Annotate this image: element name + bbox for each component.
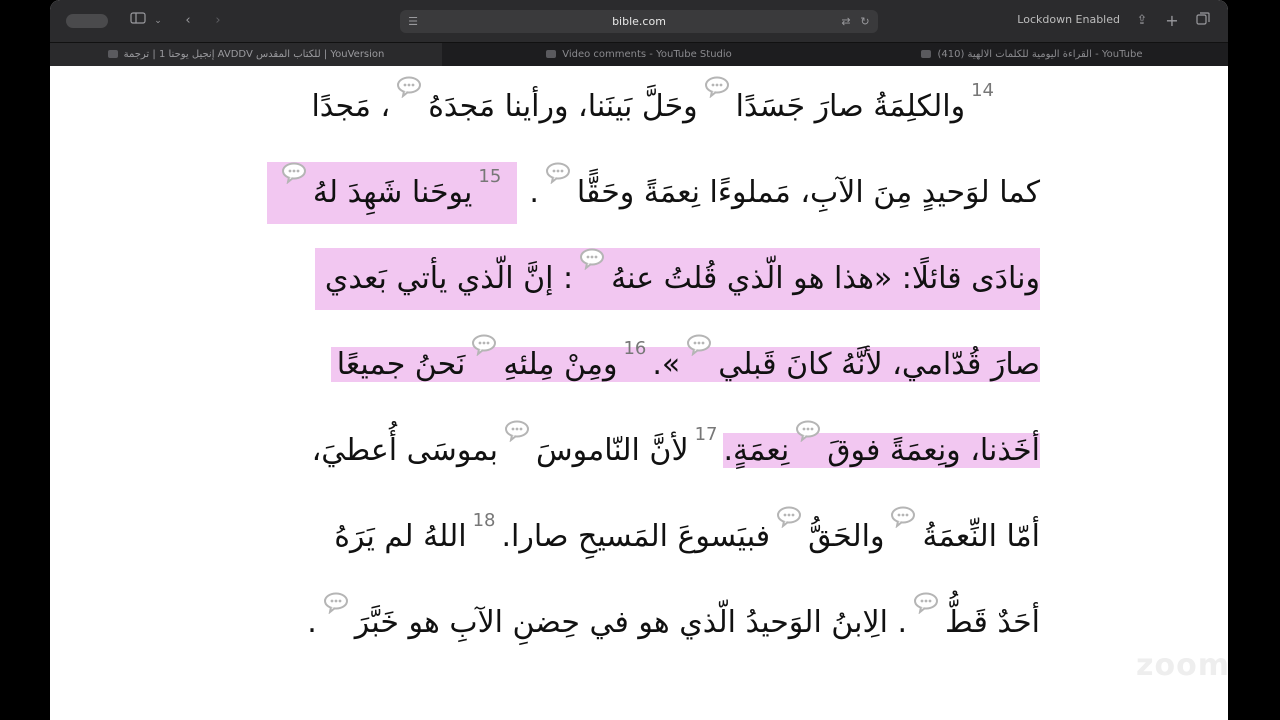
zoom-watermark: zoom	[1136, 648, 1230, 683]
youtube-icon	[546, 50, 557, 58]
bible-reader: 14 والكلِمَةُ صارَ جَسَدًا وحَلَّ بَينَنا،…	[50, 66, 1228, 720]
verse-text[interactable]: فبيَسوعَ المَسيحِ صارا.	[501, 519, 770, 554]
verse-number[interactable]: 14	[971, 80, 994, 101]
verse-line: 14 والكلِمَةُ صارَ جَسَدًا وحَلَّ بَينَنا،…	[311, 76, 1000, 138]
verse-text[interactable]: نِعمَةٍ.	[723, 433, 789, 468]
verse-text[interactable]: صارَ قُدّامي، لأنَّهُ كانَ قَبلي	[718, 347, 1040, 382]
youtube-icon	[921, 50, 932, 58]
lockdown-label: Lockdown Enabled	[1017, 13, 1120, 26]
comment-bubble-icon[interactable]	[795, 420, 821, 450]
browser-toolbar: ⌄ ‹ › ☰ bible.com ⇄ ↻ Lockdown Enabled ⇪…	[50, 0, 1228, 42]
verse-text[interactable]: ».	[652, 347, 680, 382]
highlighted-text[interactable]: صارَ قُدّامي، لأنَّهُ كانَ قَبلي ».	[652, 334, 1040, 382]
highlighted-text[interactable]: 15يوحَنا شَهِدَ لهُ	[266, 162, 518, 224]
verse-text[interactable]: والحَقُّ	[808, 519, 884, 554]
verse-text[interactable]: أمّا النِّعمَةُ	[922, 519, 1040, 554]
comment-bubble-icon[interactable]	[504, 420, 530, 450]
comment-bubble-icon[interactable]	[471, 334, 497, 364]
verse-text[interactable]: يوحَنا شَهِدَ لهُ	[313, 175, 473, 210]
verse-text[interactable]: . الِابنُ الوَحيدُ الّذي هو في حِضنِ الآ…	[355, 605, 907, 640]
address-bar[interactable]: ☰ bible.com ⇄ ↻	[400, 10, 878, 33]
tab-label: (410) القراءة اليومية للكلمات الالهية - …	[937, 49, 1143, 60]
comment-bubble-icon[interactable]	[396, 76, 422, 106]
verse-line: أحَدٌ قَطُّ . الِابنُ الوَحيدُ الّذي هو ف…	[307, 592, 1040, 654]
verse-text[interactable]: والكلِمَةُ صارَ جَسَدًا	[736, 89, 965, 124]
verse-number[interactable]: 17	[695, 424, 718, 445]
chevron-right-icon[interactable]: ›	[210, 12, 226, 30]
browser-window: ⌄ ‹ › ☰ bible.com ⇄ ↻ Lockdown Enabled ⇪…	[50, 0, 1228, 720]
verse-text[interactable]: ونادَى قائلًا: «هذا هو الّذي قُلتُ عنهُ	[611, 261, 1040, 296]
comment-bubble-icon[interactable]	[281, 162, 307, 192]
comment-bubble-icon[interactable]	[890, 506, 916, 536]
youversion-icon	[107, 50, 118, 58]
chevron-left-icon[interactable]: ‹	[180, 12, 196, 30]
tab-label: Video comments - YouTube Studio	[562, 49, 732, 60]
verse-line: أمّا النِّعمَةُ والحَقُّ فبيَسوعَ المَسيحِ…	[334, 506, 1040, 568]
tab-bar: إنجيل يوحنا 1 | ترجمة AVDDV للكتاب المقد…	[50, 42, 1228, 67]
verse-text[interactable]: اللهُ لم يَرَهُ	[334, 519, 466, 554]
translate-icon[interactable]: ⇄	[838, 13, 854, 31]
verse-line: ونادَى قائلًا: «هذا هو الّذي قُلتُ عنهُ:…	[314, 248, 1040, 310]
verse-text[interactable]: بموسَى أُعطيَ،	[312, 433, 498, 468]
comment-bubble-icon[interactable]	[323, 592, 349, 622]
verse-text[interactable]: وحَلَّ بَينَنا، ورأينا مَجدَهُ	[428, 89, 697, 124]
comment-bubble-icon[interactable]	[776, 506, 802, 536]
reload-icon[interactable]: ↻	[858, 13, 872, 31]
verse-text[interactable]: ، مَجدًا	[311, 89, 390, 124]
highlighted-text[interactable]: أخَذنا، ونِعمَةً فوقَ نِعمَةٍ.	[723, 420, 1040, 468]
verse-number[interactable]: 18	[473, 510, 496, 531]
verse-text[interactable]: كما لوَحيدٍ مِنَ الآبِ، مَملوءًا نِعمَةً…	[577, 175, 1040, 210]
verse-text[interactable]: .	[529, 175, 539, 210]
comment-bubble-icon[interactable]	[704, 76, 730, 106]
highlighted-text[interactable]: 16 ومِنْ مِلئهِ نَحنُ جميعًا	[330, 334, 653, 382]
tab-youtube-studio[interactable]: Video comments - YouTube Studio	[443, 43, 835, 67]
verse-text[interactable]: .	[307, 605, 317, 640]
share-icon[interactable]: ⇪	[1134, 12, 1150, 30]
verse-text[interactable]: ومِنْ مِلئهِ	[503, 347, 617, 382]
verse-line: صارَ قُدّامي، لأنَّهُ كانَ قَبلي ». 16 ومِن…	[330, 334, 1040, 396]
chevron-down-icon[interactable]: ⌄	[152, 12, 164, 30]
sidebar-icon[interactable]	[128, 12, 148, 30]
comment-bubble-icon[interactable]	[579, 248, 605, 278]
url-text: bible.com	[612, 15, 666, 28]
comment-bubble-icon[interactable]	[545, 162, 571, 192]
verse-line: أخَذنا، ونِعمَةً فوقَ نِعمَةٍ.17 لأنَّ الن…	[312, 420, 1040, 482]
tab-label: إنجيل يوحنا 1 | ترجمة AVDDV للكتاب المقد…	[123, 49, 385, 60]
verse-text[interactable]: نَحنُ جميعًا	[337, 347, 466, 382]
tabs-overview-icon[interactable]	[1194, 12, 1212, 30]
verse-line: كما لوَحيدٍ مِنَ الآبِ، مَملوءًا نِعمَةً…	[266, 162, 1040, 224]
comment-bubble-icon[interactable]	[686, 334, 712, 364]
tab-youtube[interactable]: (410) القراءة اليومية للكلمات الالهية - …	[836, 43, 1228, 67]
verse-text[interactable]: أحَدٌ قَطُّ	[945, 605, 1040, 640]
verse-number[interactable]: 16	[623, 338, 646, 359]
verse-text[interactable]: أخَذنا، ونِعمَةً فوقَ	[827, 433, 1040, 468]
traffic-light-placeholder[interactable]	[66, 14, 108, 28]
verse-text[interactable]: لأنَّ النّاموسَ	[536, 433, 689, 468]
verse-text[interactable]: : إنَّ الّذي يأتي بَعدي	[325, 261, 573, 296]
plus-icon[interactable]: +	[1164, 12, 1180, 30]
comment-bubble-icon[interactable]	[913, 592, 939, 622]
tab-youversion[interactable]: إنجيل يوحنا 1 | ترجمة AVDDV للكتاب المقد…	[50, 43, 442, 67]
verse-number[interactable]: 15	[478, 166, 501, 187]
